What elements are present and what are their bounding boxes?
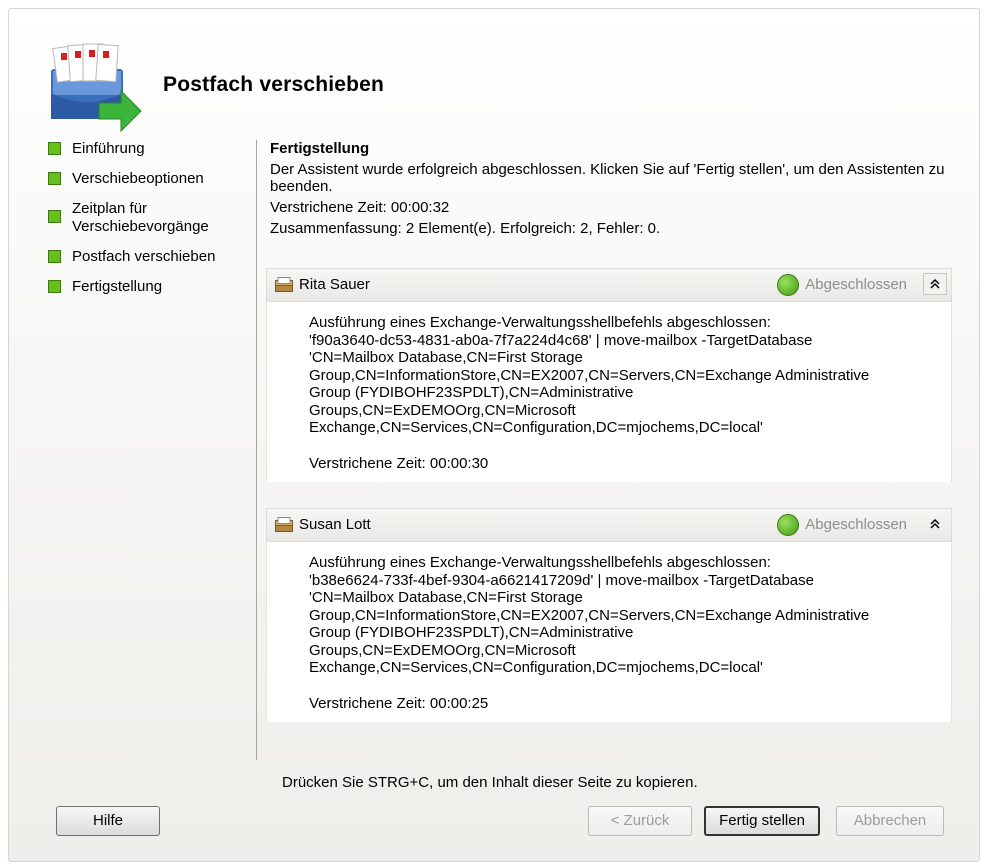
intro-text: Der Assistent wurde erfolgreich abgeschl…: [270, 161, 945, 195]
result-header: Rita Sauer Abgeschlossen: [266, 268, 952, 302]
wizard-steps: Einführung Verschiebeoptionen Zeitplan f…: [48, 140, 248, 308]
mailbox-name: Susan Lott: [299, 516, 371, 533]
detail-line: Group,CN=InformationStore,CN=EX2007,CN=S…: [309, 606, 870, 624]
collapse-button[interactable]: [923, 273, 947, 295]
detail-line: Group (FYDIBOHF23SPDLT),CN=Administrativ…: [309, 624, 634, 641]
mailbox-icon: [275, 277, 293, 292]
result-details: Ausführung eines Exchange-Verwaltungsshe…: [266, 302, 952, 482]
status-label: Abgeschlossen: [777, 274, 907, 296]
detail-line: Exchange,CN=Services,CN=Configuration,DC…: [309, 419, 763, 436]
status-label: Abgeschlossen: [777, 514, 907, 536]
step-bullet-icon: [48, 210, 61, 223]
detail-line: Group,CN=InformationStore,CN=EX2007,CN=S…: [309, 366, 870, 384]
result-panel-rita-sauer: Rita Sauer Abgeschlossen Ausführung eine…: [266, 268, 952, 482]
step-bullet-icon: [48, 250, 61, 263]
step-bullet-icon: [48, 280, 61, 293]
elapsed-time: Verstrichene Zeit: 00:00:25: [309, 694, 489, 712]
step-fertigstellung: Fertigstellung: [48, 278, 248, 296]
detail-line: Groups,CN=ExDEMOOrg,CN=Microsoft: [309, 401, 576, 419]
result-panel-susan-lott: Susan Lott Abgeschlossen Ausführung eine…: [266, 508, 952, 722]
detail-line: 'CN=Mailbox Database,CN=First Storage: [309, 589, 583, 606]
check-icon: [777, 514, 800, 536]
copy-hint: Drücken Sie STRG+C, um den Inhalt dieser…: [282, 774, 698, 791]
step-label: Fertigstellung: [72, 278, 163, 295]
finish-button[interactable]: Fertig stellen: [704, 806, 820, 836]
move-mailbox-icon: [51, 43, 142, 133]
step-postfach-verschieben: Postfach verschieben: [48, 248, 248, 266]
elapsed-total: Verstrichene Zeit: 00:00:32: [270, 199, 450, 216]
elapsed-time: Verstrichene Zeit: 00:00:30: [309, 454, 489, 472]
step-label: Einführung: [72, 140, 145, 157]
step-bullet-icon: [48, 142, 61, 155]
wizard-title: Postfach verschieben: [163, 73, 385, 96]
step-einfuehrung: Einführung: [48, 140, 248, 158]
detail-line: Ausführung eines Exchange-Verwaltungsshe…: [309, 554, 771, 571]
step-label: Postfach verschieben: [72, 248, 216, 265]
result-details: Ausführung eines Exchange-Verwaltungsshe…: [266, 542, 952, 722]
section-title: Fertigstellung: [270, 140, 370, 157]
check-icon: [777, 274, 800, 296]
step-label: Verschiebeoptionen: [72, 170, 204, 187]
detail-line: 'f90a3640-dc53-4831-ab0a-7f7a224d4c68' |…: [309, 331, 813, 349]
mailbox-name: Rita Sauer: [299, 276, 370, 293]
detail-line: 'b38e6624-733f-4bef-9304-a6621417209d' |…: [309, 571, 814, 589]
chevron-up-icon: [930, 278, 940, 289]
step-label: Zeitplan für Verschiebevorgänge: [72, 200, 209, 235]
mailbox-icon: [275, 517, 293, 532]
collapse-button[interactable]: [923, 513, 947, 535]
completion-summary: Fertigstellung Der Assistent wurde erfol…: [270, 140, 952, 237]
step-zeitplan: Zeitplan für Verschiebevorgänge: [48, 200, 252, 236]
back-button[interactable]: < Zurück: [588, 806, 692, 836]
wizard-header: Postfach verschieben: [9, 9, 979, 139]
detail-line: Groups,CN=ExDEMOOrg,CN=Microsoft: [309, 641, 576, 659]
detail-line: Ausführung eines Exchange-Verwaltungsshe…: [309, 314, 771, 331]
step-verschiebeoptionen: Verschiebeoptionen: [48, 170, 248, 188]
cancel-button[interactable]: Abbrechen: [836, 806, 944, 836]
summary-text: Zusammenfassung: 2 Element(e). Erfolgrei…: [270, 220, 661, 237]
detail-line: Group (FYDIBOHF23SPDLT),CN=Administrativ…: [309, 384, 634, 401]
detail-line: Exchange,CN=Services,CN=Configuration,DC…: [309, 659, 763, 676]
help-button[interactable]: Hilfe: [56, 806, 160, 836]
detail-line: 'CN=Mailbox Database,CN=First Storage: [309, 349, 583, 366]
divider: [256, 140, 257, 760]
result-header: Susan Lott Abgeschlossen: [266, 508, 952, 542]
chevron-up-icon: [930, 518, 940, 529]
step-bullet-icon: [48, 172, 61, 185]
